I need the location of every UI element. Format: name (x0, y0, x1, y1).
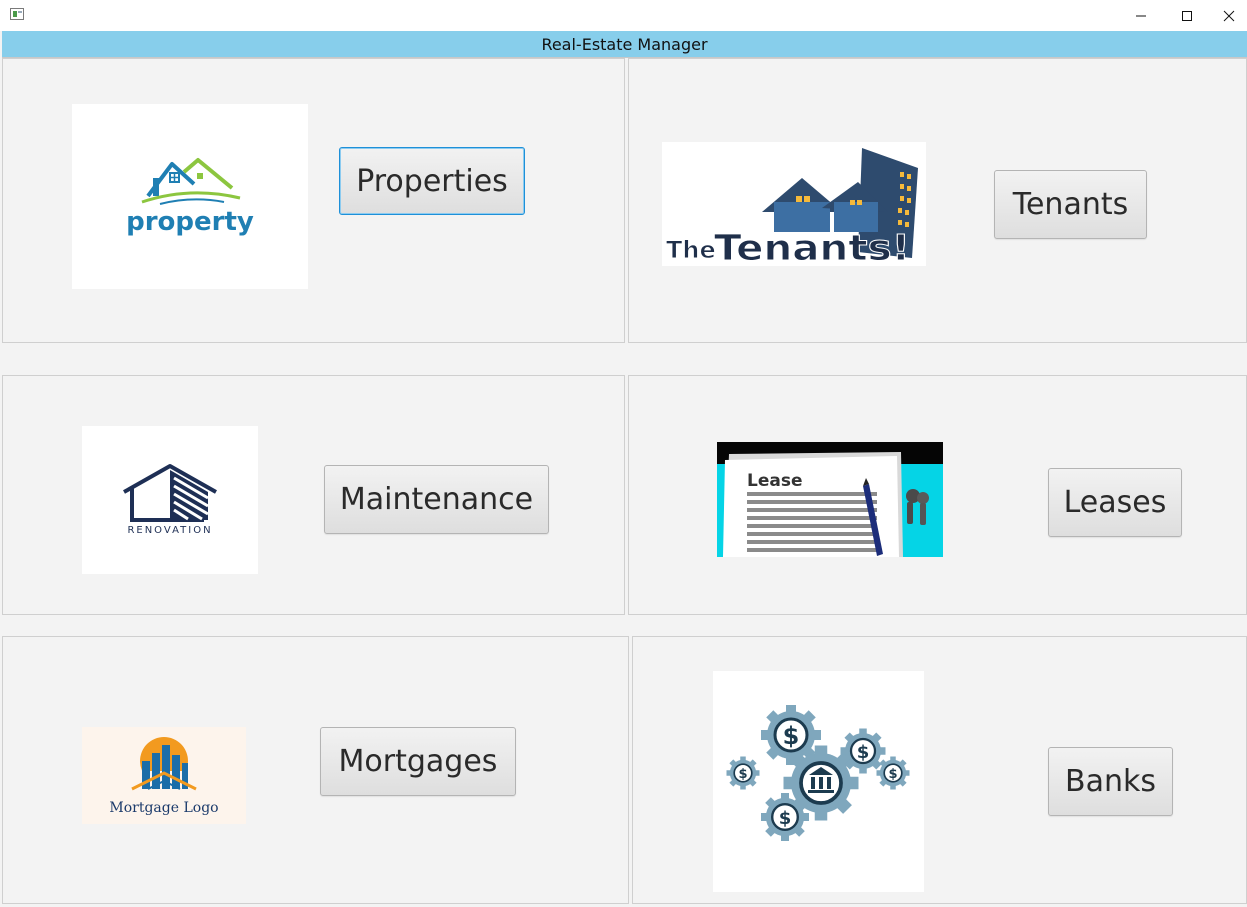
minimize-button[interactable] (1118, 0, 1164, 31)
svg-text:$: $ (888, 767, 897, 782)
gear-icon: $ (725, 755, 761, 791)
house-icon (141, 158, 241, 205)
close-icon (1223, 10, 1234, 21)
banks-logo: $ $ $ $ $ (713, 671, 924, 892)
app-icon (10, 8, 24, 20)
maintenance-button[interactable]: Maintenance (324, 465, 549, 534)
minimize-icon (1136, 15, 1146, 16)
house-outline-icon (123, 464, 217, 522)
mortgages-button[interactable]: Mortgages (320, 727, 516, 796)
app-title: Real-Estate Manager (541, 34, 708, 54)
property-logo-text: property (126, 207, 254, 237)
maximize-button[interactable] (1164, 0, 1210, 31)
properties-button[interactable]: Properties (339, 147, 525, 215)
tenants-logo: The Tenants! (662, 142, 926, 266)
gear-icon: $ (839, 727, 887, 775)
tenants-button[interactable]: Tenants (994, 170, 1147, 239)
svg-text:$: $ (738, 767, 747, 782)
gear-icon: $ (759, 791, 811, 843)
lease-logo: Lease (717, 442, 943, 557)
leases-button[interactable]: Leases (1048, 468, 1182, 537)
svg-text:$: $ (779, 808, 792, 829)
property-logo: property (72, 104, 308, 289)
maximize-icon (1182, 10, 1192, 21)
renovation-logo-text: RENOVATION (127, 525, 212, 536)
mortgage-logo: Mortgage Logo (82, 727, 246, 824)
window-titlebar (0, 0, 1247, 31)
lease-logo-text: Lease (747, 471, 802, 491)
svg-text:$: $ (783, 722, 800, 750)
mortgage-logo-text: Mortgage Logo (109, 800, 218, 816)
gear-icon: $ (875, 755, 911, 791)
app-header: Real-Estate Manager (2, 31, 1247, 58)
renovation-logo: RENOVATION (82, 426, 258, 574)
tenants-logo-text-main: Tenants! (714, 228, 910, 266)
tenants-logo-text-the: The (666, 236, 716, 264)
banks-button[interactable]: Banks (1048, 747, 1173, 816)
svg-text:$: $ (857, 742, 870, 763)
close-button[interactable] (1210, 0, 1247, 31)
